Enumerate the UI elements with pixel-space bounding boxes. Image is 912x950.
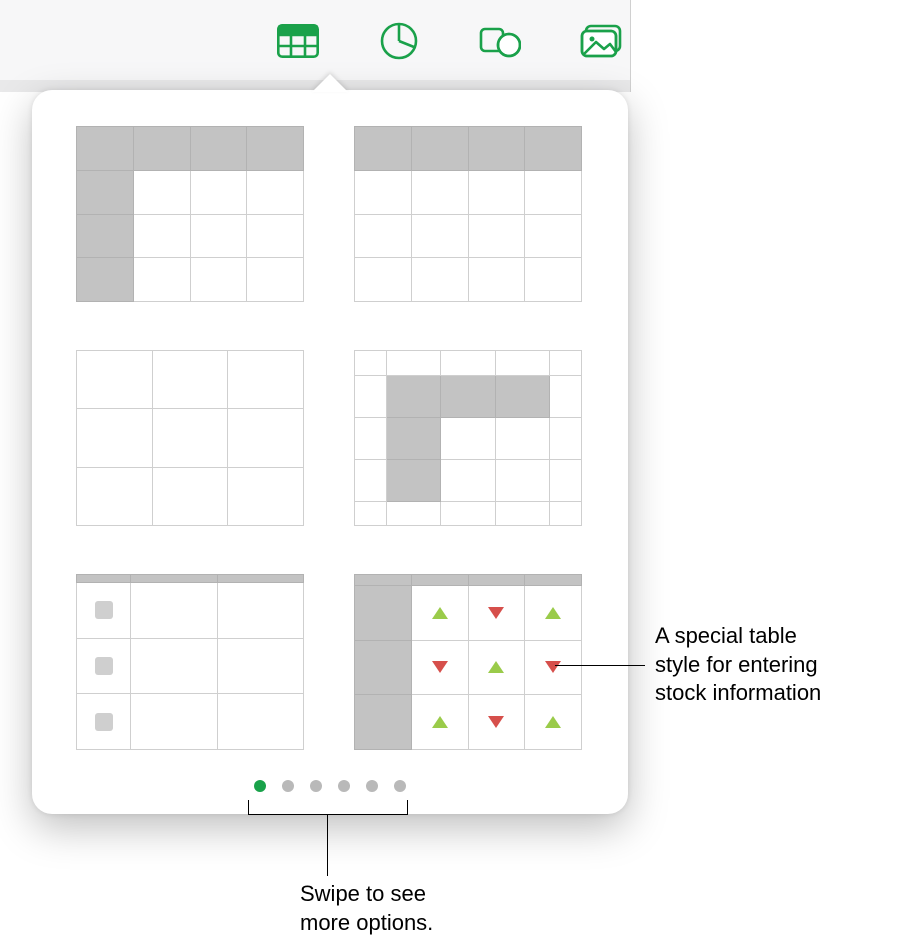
stock-up-icon [488,661,504,673]
table-styles-popover [32,90,628,814]
insert-table-button[interactable] [275,18,321,64]
stock-up-icon [545,716,561,728]
media-icon [580,24,622,58]
insert-media-button[interactable] [578,18,624,64]
table-style-checklist[interactable] [76,574,304,750]
stock-down-icon [545,661,561,673]
stock-up-icon [432,607,448,619]
stock-up-icon [545,607,561,619]
insert-chart-button[interactable] [376,18,422,64]
shape-icon [479,23,521,59]
page-indicator[interactable] [32,780,628,792]
stock-down-icon [488,607,504,619]
callout-leader-line [327,814,328,876]
page-dot[interactable] [254,780,266,792]
callout-leader-line [555,665,645,666]
page-dot[interactable] [366,780,378,792]
page-dot[interactable] [338,780,350,792]
table-style-stock[interactable] [354,574,582,750]
insert-shape-button[interactable] [477,18,523,64]
table-style-plain[interactable] [76,350,304,526]
table-style-header-inset[interactable] [354,350,582,526]
popover-caret [312,74,348,92]
callout-text: stock information [655,679,821,708]
chart-icon [380,22,418,60]
stock-down-icon [488,716,504,728]
callout-text: Swipe to see [300,880,433,909]
table-style-header-row-and-column[interactable] [76,126,304,302]
checkbox-icon [95,601,113,619]
callout-text: A special table [655,622,821,651]
toolbar [0,0,631,81]
checkbox-icon [95,713,113,731]
page-dot[interactable] [394,780,406,792]
table-style-header-row[interactable] [354,126,582,302]
page-dot[interactable] [310,780,322,792]
table-icon [277,24,319,58]
callout-bracket [248,800,408,815]
checkbox-icon [95,657,113,675]
callout-text: style for entering [655,651,821,680]
table-styles-grid [76,126,584,750]
stock-down-icon [432,661,448,673]
callout-swipe: Swipe to see more options. [300,880,433,937]
callout-text: more options. [300,909,433,938]
stock-up-icon [432,716,448,728]
callout-stock-table: A special table style for entering stock… [655,622,821,708]
page-dot[interactable] [282,780,294,792]
